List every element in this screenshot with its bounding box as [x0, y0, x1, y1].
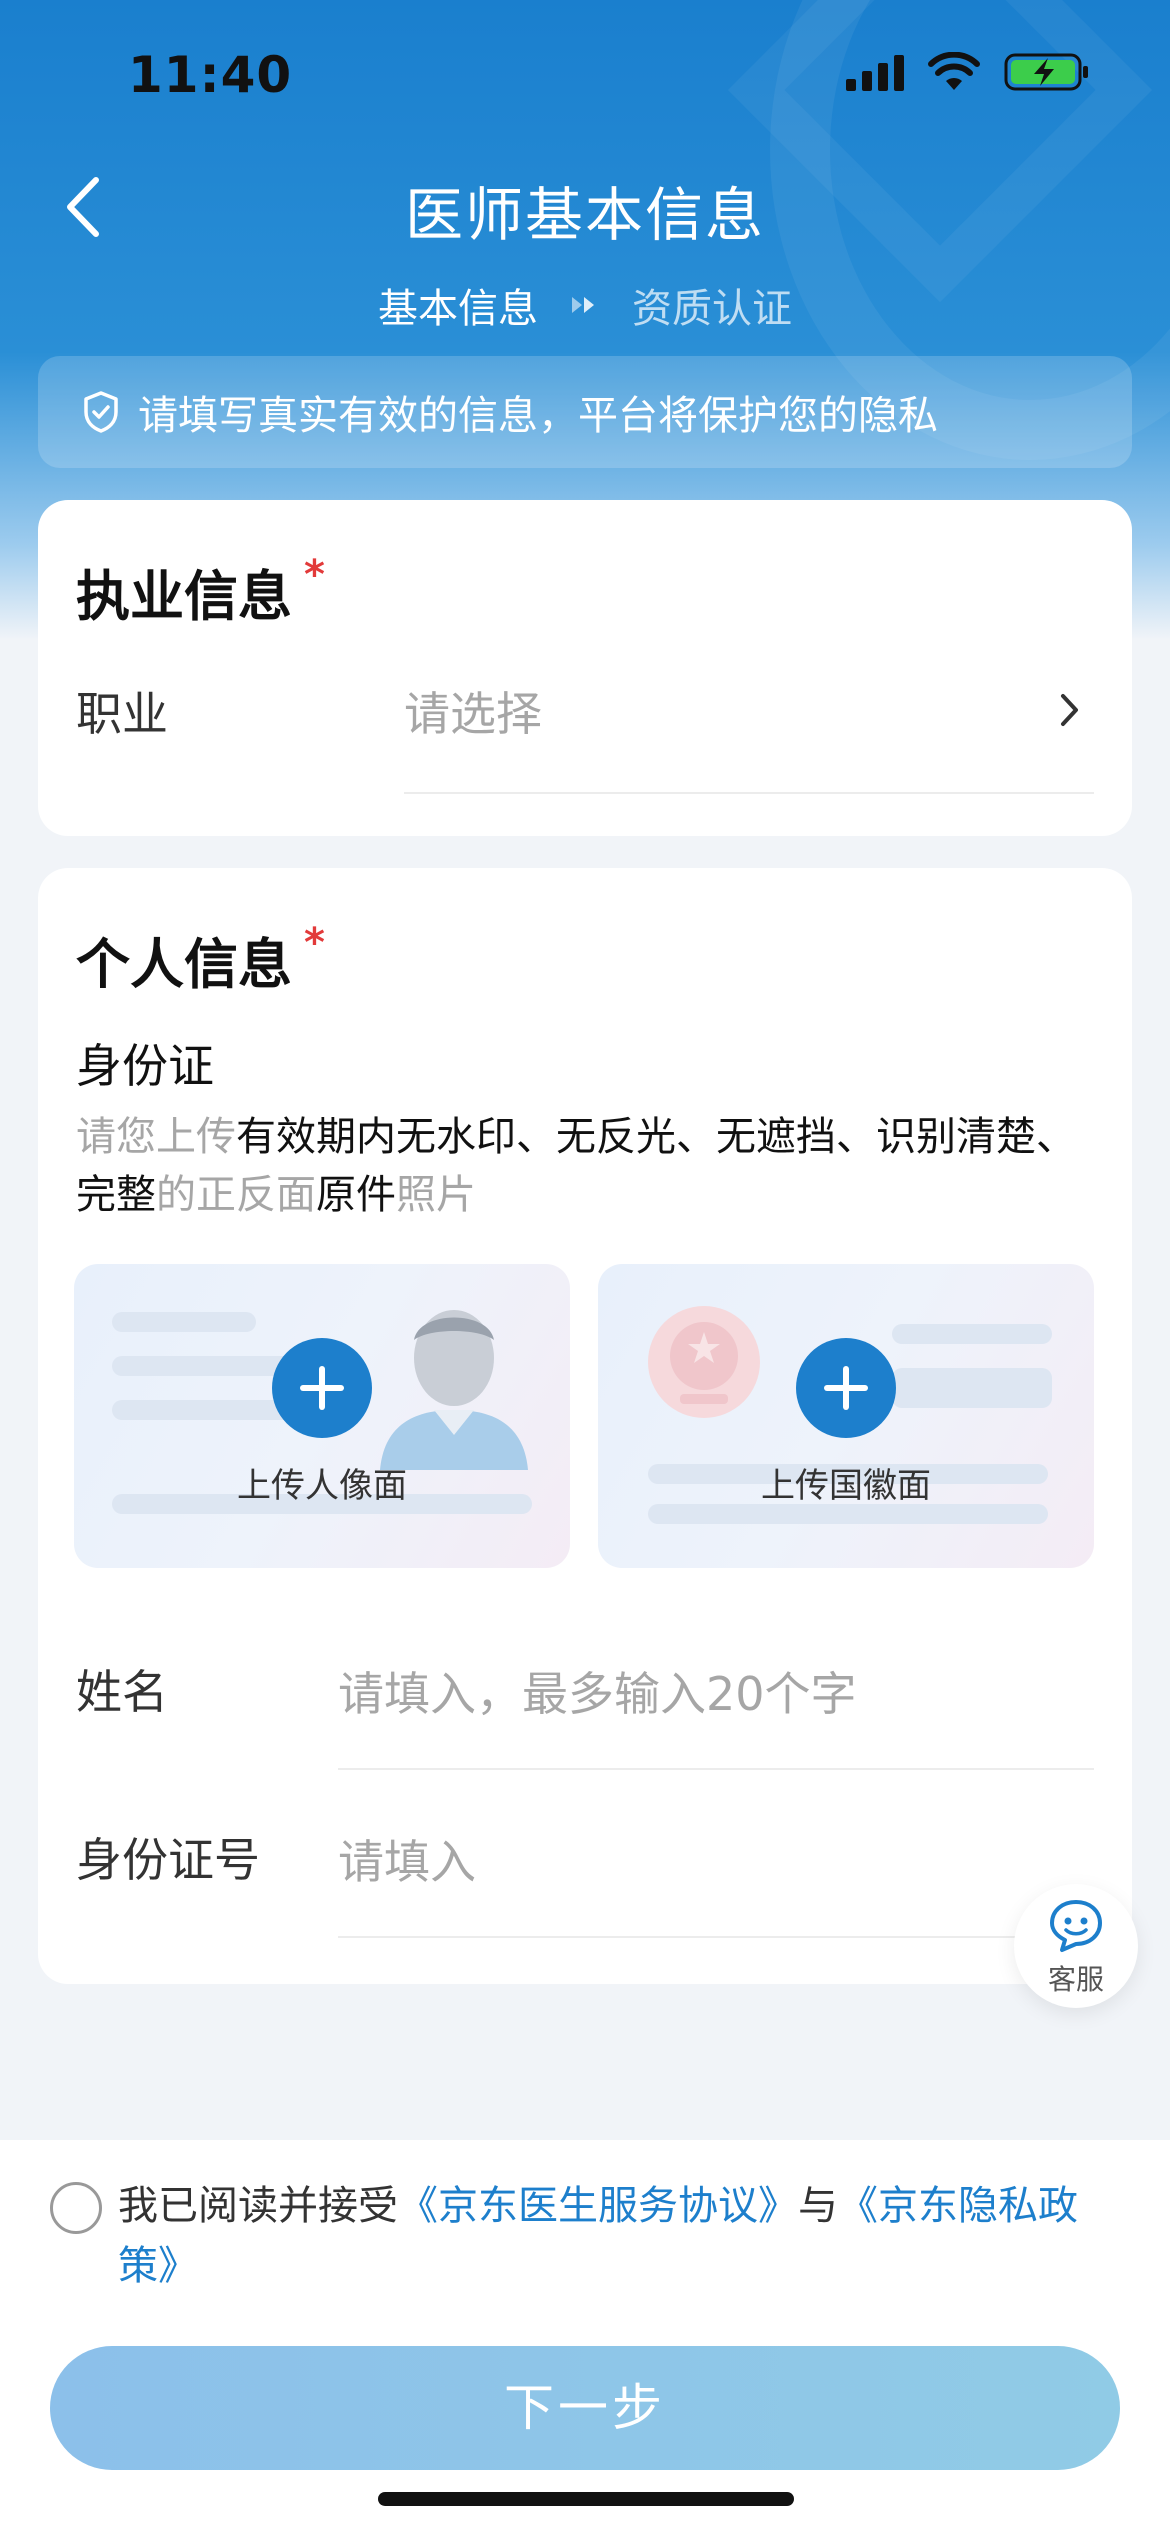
agreement-checkbox[interactable] [50, 2182, 102, 2234]
step-indicator: 基本信息 资质认证 [0, 276, 1170, 334]
upload-emblem-label: 上传国徽面 [761, 1466, 931, 1506]
id-card-title: 身份证 [76, 1039, 214, 1093]
next-step-button[interactable]: 下一步 [50, 2346, 1120, 2470]
signal-icon [846, 53, 904, 91]
personal-info-title: 个人信息 [76, 933, 292, 996]
privacy-notice: 请填写真实有效的信息，平台将保护您的隐私 [38, 356, 1132, 468]
agreement-prefix: 我已阅读并接受 [118, 2183, 398, 2229]
wifi-icon [928, 52, 980, 90]
chevron-right-icon[interactable] [1058, 690, 1082, 730]
hint-part: 的正反面 [156, 1172, 316, 1218]
national-emblem-icon [648, 1306, 760, 1418]
section-title: 个人信息 * [76, 920, 325, 999]
hint-part: 请您上传 [76, 1114, 236, 1160]
service-agreement-link[interactable]: 《京东医生服务协议》 [398, 2183, 798, 2229]
divider [338, 1768, 1094, 1770]
personal-info-card: 个人信息 * 身份证 请您上传有效期内无水印、无反光、无遮挡、识别清楚、完整的正反… [38, 868, 1132, 1984]
required-mark: * [304, 552, 325, 598]
step-qualification: 资质认证 [632, 286, 792, 332]
agreement-text: 我已阅读并接受《京东医生服务协议》与《京东隐私政策》 [118, 2176, 1108, 2296]
person-silhouette-icon [380, 1310, 528, 1470]
step-arrow-icon [572, 297, 594, 313]
occupation-select[interactable]: 请选择 [404, 678, 542, 744]
upload-portrait-side[interactable]: 上传人像面 [74, 1264, 570, 1568]
status-time: 11:40 [128, 46, 293, 104]
card-placeholder-line [892, 1324, 1052, 1344]
page-title: 医师基本信息 [404, 181, 765, 249]
upload-hint: 请您上传有效期内无水印、无反光、无遮挡、识别清楚、完整的正反面原件照片 [76, 1108, 1106, 1224]
step-basic-info: 基本信息 [378, 286, 538, 332]
divider [404, 792, 1094, 794]
upload-portrait-label: 上传人像面 [237, 1466, 407, 1506]
name-label: 姓名 [76, 1665, 168, 1719]
customer-service-button[interactable]: 客服 [1014, 1884, 1138, 2008]
divider [338, 1936, 1094, 1938]
card-placeholder-line [648, 1504, 1048, 1524]
upload-emblem-side[interactable]: 上传国徽面 [598, 1264, 1094, 1568]
customer-service-label: 客服 [1047, 1963, 1104, 1996]
notice-text: 请填写真实有效的信息，平台将保护您的隐私 [138, 393, 938, 439]
name-input[interactable]: 请填入，最多输入20个字 [338, 1658, 857, 1724]
agreement-and: 与 [798, 2183, 838, 2229]
practice-info-title: 执业信息 [76, 565, 292, 628]
shield-icon [84, 391, 118, 433]
card-placeholder-line [112, 1312, 256, 1332]
battery-icon [1004, 53, 1088, 91]
chat-bubble-icon [1050, 1900, 1102, 1952]
footer: 我已阅读并接受《京东医生服务协议》与《京东隐私政策》 下一步 [0, 2140, 1170, 2532]
practice-info-card: 执业信息 * 职业 请选择 [38, 500, 1132, 836]
required-mark: * [304, 920, 325, 966]
home-indicator [378, 2492, 794, 2506]
plus-icon[interactable] [272, 1338, 372, 1438]
occupation-label: 职业 [76, 687, 168, 741]
id-number-input[interactable]: 请填入 [338, 1826, 476, 1892]
plus-icon[interactable] [796, 1338, 896, 1438]
hint-part: 原件 [316, 1172, 396, 1218]
hint-part: 照片 [396, 1172, 476, 1218]
section-title: 执业信息 * [76, 552, 325, 631]
card-placeholder-line [892, 1368, 1052, 1408]
id-number-label: 身份证号 [76, 1833, 260, 1887]
status-icons [846, 52, 1090, 92]
